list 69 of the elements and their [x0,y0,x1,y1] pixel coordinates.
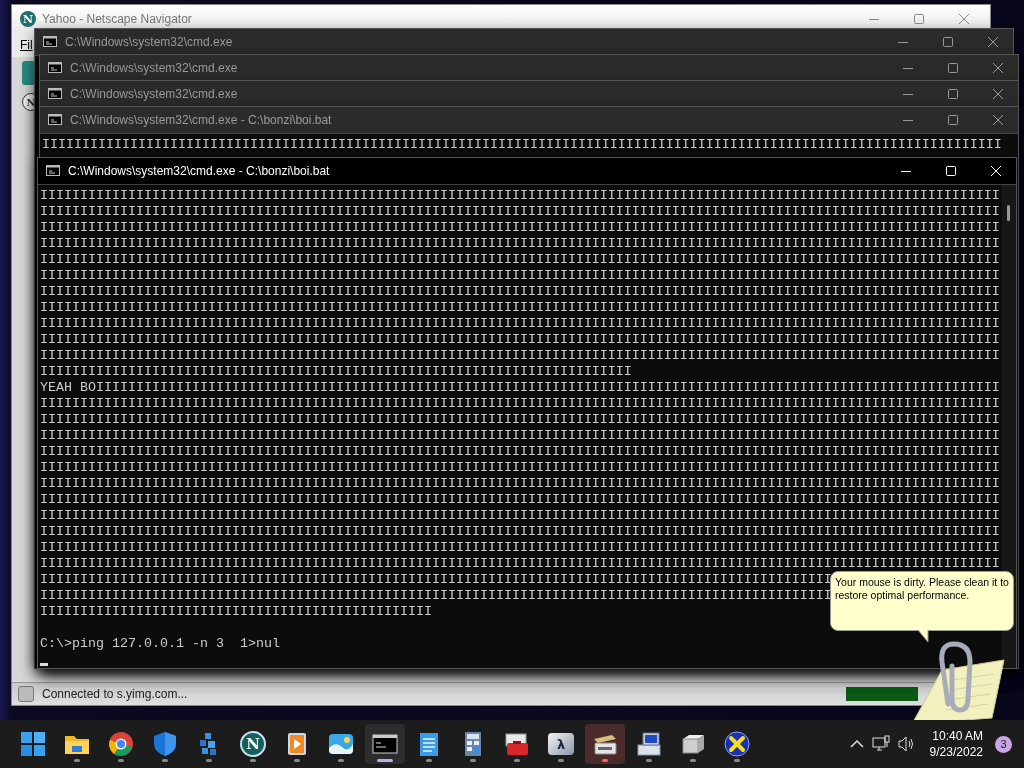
console-line: IIIIIIIIIIIIIIIIIIIIIIIIIIIIIIIIIIIIIIIIIIIIIIIIIIIIIIIIIIIIIIIIIIIIIIIIII [40,364,632,380]
console-line: IIIIIIIIIIIIIIIIIIIIIIIIIIIIIIIIIIIIIIIIIIIIIIIIIIIIIIIIIIIIIIIIIIIIIIIIIIIIIIIIIIIIIIIIIIIIIIIIIIIIIIIIIIIIIIIIIIIIIIII [40,268,1000,284]
console-line: IIIIIIIIIIIIIIIIIIIIIIIIIIIIIIIIIIIIIIIIIIIIIIIIIIIIIIIIIIIIIIIIIIIIIIIIIIIIIIIIIIIIIIIIIIIIIIIIIIIIIIIIIIIIIIIIIIIIIIII [40,444,1000,460]
console-line: IIIIIIIIIIIIIIIIIIIIIIIIIIIIIIIIIIIIIIIIIIIIIIIIIIIIIIIIIIIIIIIIIIIIIIIIIIIIIIIIIIIIIIIIIIIIIIIIIIIIIIIIIIIIIIIIIIIIIIII [40,460,1000,476]
console-line: IIIIIIIIIIIIIIIIIIIIIIIIIIIIIIIIIIIIIIIIIIIIIIIIIIIIIIIIIIIIIIIIIIIIIIIIIIIIIIIIIIIIIIIIIIIIIIIIIIIIIIIIIIIIIIIIIIIIIIII [40,332,1000,348]
volume-icon[interactable] [897,736,916,752]
console-line: IIIIIIIIIIIIIIIIIIIIIIIIIIIIIIIIIIIIIIIIIIIIIIIIIIIIIIIIIIIIIIIIIIIIIIIIIIIIIIIIIIIIIIIIIIIIIIIIIIIIIIIIIIIIIIIIIIIIIIII [40,492,1000,508]
scrollbar[interactable] [1002,185,1016,668]
console-line: IIIIIIIIIIIIIIIIIIIIIIIIIIIIIIIIIIIIIIIIIIIIIIIIIIIIIIIIIIIIIIIIIIIIIIIIIIIIIIIIIIIIIIIIIIIIIIIIIIIIIIIIIIIIIIIIIIIIIIII [40,508,1000,524]
cross-icon [724,731,750,757]
console-line: IIIIIIIIIIIIIIIIIIIIIIIIIIIIIIIIIIIIIIIIIIIIIIIII [40,604,432,620]
shield-icon [152,731,178,757]
console-line: IIIIIIIIIIIIIIIIIIIIIIIIIIIIIIIIIIIIIIIIIIIIIIIIIIIIIIIIIIIIIIIIIIIIIIIIIIIIIIIIIIIIIIIIIIIIIIIIIIIIIIIIIIIIIIIIIIIIIIII [40,284,1000,300]
cube-icon: λ [548,733,574,755]
network-icon[interactable] [871,735,890,753]
netscape-logo-icon: N [20,11,36,27]
clock-date[interactable]: 9/23/2022 [929,744,983,760]
text-cursor [40,663,48,666]
progress-bar [846,687,918,701]
console-line: IIIIIIIIIIIIIIIIIIIIIIIIIIIIIIIIIIIIIIIIIIIIIIIIIIIIIIIIIIIIIIIIIIIIIIIIIIIIIIIIIIIIIIIIIIIIIIIIIIIIIIIIIIIIIIIIIIIIIIII [40,428,1000,444]
taskbar-button[interactable]: N [233,724,273,764]
terminal-icon [43,36,57,47]
console-line: IIIIIIIIIIIIIIIIIIIIIIIIIIIIIIIIIIIIIIIIIIIIIIIIIIIIIIIIIIIIIIIIIIIIIIIIIIIIIIIIIIIIIIIIIIIIIIIIIIIIIIIIIIIIIIIIIIIIIIII [40,348,1000,364]
console-line: IIIIIIIIIIIIIIIIIIIIIIIIIIIIIIIIIIIIIIIIIIIIIIIIIIIIIIIIIIIIIIIIIIIIIIIIIIIIIIIIIIIIIIIIIIIIIIIIIIIIIIIIIIIIIIIIIIIIIIII [40,476,1000,492]
console-line: IIIIIIIIIIIIIIIIIIIIIIIIIIIIIIIIIIIIIIIIIIIIIIIIIIIIIIIIIIIIIIIIIIIIIIIIIIIIIIIIIIIIIIIIIIIIIIIIIIIIIIIIIIIIIIIIIIIIIIII [40,396,1000,412]
console-line: IIIIIIIIIIIIIIIIIIIIIIIIIIIIIIIIIIIIIIIIIIIIIIIIIIIIIIIIIIIIIIIIIIIIIIIIIIIIIIIIIIIIIIIIIIIIIIIIIIIIIIIIIIIIIIIIIIIIIIII [40,412,1000,428]
console-line: IIIIIIIIIIIIIIIIIIIIIIIIIIIIIIIIIIIIIIIIIIIIIIIIIIIIIIIIIIIIIIIIIIIIIIIIIIIIIIIIIIIIIIIIIIIIIIIIIIIIIIIIIIIIIIIIIIIIIIII [40,540,1000,556]
start-icon [20,731,46,757]
computer-icon [636,731,662,757]
browser-icon [108,731,134,757]
console-line: IIIIIIIIIIIIIIIIIIIIIIIIIIIIIIIIIIIIIIIIIIIIIIIIIIIIIIIIIIIIIIIIIIIIIIIIIIIIIIIIIIIIIIIIIIIIIIIIIII [40,572,832,588]
console-line: IIIIIIIIIIIIIIIIIIIIIIIIIIIIIIIIIIIIIIIIIIIIIIIIIIIIIIIIIIIIIIIIIIIIIIIIIIIIIIIIIIIIIIIIIIIIIIIIIII [40,588,832,604]
status-text: Connected to s.yimg.com... [42,687,189,701]
terminal-icon [48,62,62,73]
window-title: C:\Windows\system32\cmd.exe - C:\bonzi\boi.bat [70,113,333,127]
console-line: IIIIIIIIIIIIIIIIIIIIIIIIIIIIIIIIIIIIIIIIIIIIIIIIIIIIIIIIIIIIIIIIIIIIIIIIIIIIIIIIIIIIIIIIIIIIIIIIIIIIIIIIIIIIIIIIIIIIIIII [40,188,1000,204]
console-line: IIIIIIIIIIIIIIIIIIIIIIIIIIIIIIIIIIIIIIIIIIIIIIIIIIIIIIIIIIIIIIIIIIIIIIIIIIIIIIIIIIIIIIIIIIIIIIIIIIIIIIIIIIIIIIIIIIIIIIII [40,300,1000,316]
window-title: C:\Windows\system32\cmd.exe [70,87,239,101]
console-line: IIIIIIIIIIIIIIIIIIIIIIIIIIIIIIIIIIIIIIIIIIIIIIIIIIIIIIIIIIIIIIIIIIIIIIIIIIIIIIIIIIIIIIIIIIIIIIIIIIIIIIIIIIIIIIIIIIIIIIII [40,316,1000,332]
clock-time[interactable]: 10:40 AM [932,728,983,744]
console-line: IIIIIIIIIIIIIIIIIIIIIIIIIIIIIIIIIIIIIIIIIIIIIIIIIIIIIIIIIIIIIIIIIIIIIIIIIIIIIIIIIIIIIIIIIIIIIIIIIIIIIIIIIIIIIIIIIIIIIIII [40,252,1000,268]
terminal-icon [372,731,398,757]
terminal-icon [46,165,60,176]
toolbox-icon [504,731,530,757]
chevron-up-icon[interactable] [849,739,864,749]
window-title: C:\Windows\system32\cmd.exe [70,61,239,75]
taskbar-button[interactable] [585,724,625,764]
taskbar-button[interactable]: λ [541,724,581,764]
lock-icon [18,686,34,702]
window-title: C:\Windows\system32\cmd.exe - C:\bonzi\boi.bat [68,164,331,178]
console-line: IIIIIIIIIIIIIIIIIIIIIIIIIIIIIIIIIIIIIIIIIIIIIIIIIIIIIIIIIIIIIIIIIIIIIIIIIIIIIIIIIIIIIIIIIIIIIIIIIIIIIIIIIIIIIIIIIIIIIIII [40,556,1000,572]
terminal-icon [48,88,62,99]
window-title: Yahoo - Netscape Navigator [42,12,193,26]
console-line: IIIIIIIIIIIIIIIIIIIIIIIIIIIIIIIIIIIIIIIIIIIIIIIIIIIIIIIIIIIIIIIIIIIIIIIIIIIIIIIIIIIIIIIIIIIIIIIIIIIIIIIIIIIIIIIIIIIIIIII [40,524,1000,540]
tooltip-balloon: Your mouse is dirty. Please clean it to restore optimal performance. [830,571,1014,631]
console-line: IIIIIIIIIIIIIIIIIIIIIIIIIIIIIIIIIIIIIIIIIIIIIIIIIIIIIIIIIIIIIIIIIIIIIIIIIIIIIIIIIIIIIIIIIIIIIIIIIIIIIIIIIIIIIIIIIIIIIIII [40,236,1000,252]
console-line: YEAH BOIIIIIIIIIIIIIIIIIIIIIIIIIIIIIIIIIIIIIIIIIIIIIIIIIIIIIIIIIIIIIIIIIIIIIIIIIIIIIIIIIIIIIIIIIIIIIIIIIIIIIIIIIIIIIIIII [40,380,1000,396]
taskbar-button[interactable] [365,724,405,764]
balloon-tail [918,630,930,642]
window-title: C:\Windows\system32\cmd.exe [65,35,234,49]
notification-badge[interactable]: 3 [995,735,1012,753]
menu-item[interactable]: Fil [20,38,33,52]
terminal-icon [48,114,62,125]
command-line: C:\>ping 127.0.0.1 -n 3 1>nul [40,636,280,652]
console-line: IIIIIIIIIIIIIIIIIIIIIIIIIIIIIIIIIIIIIIIIIIIIIIIIIIIIIIIIIIIIIIIIIIIIIIIIIIIIIIIIIIIIIIIIIIIIIIIIIIIIIIIIIIIIIIIIIIIIIIII [40,220,1000,236]
console-line: IIIIIIIIIIIIIIIIIIIIIIIIIIIIIIIIIIIIIIIIIIIIIIIIIIIIIIIIIIIIIIIIIIIIIIIIIIIIIIIIIIIIIIIIIIIIIIIIIIIIIIIIIIIIIIIIIIIIIIII [42,137,1002,153]
console-line: IIIIIIIIIIIIIIIIIIIIIIIIIIIIIIIIIIIIIIIIIIIIIIIIIIIIIIIIIIIIIIIIIIIIIIIIIIIIIIIIIIIIIIIIIIIIIIIIIIIIIIIIIIIIIIIIIIIIIIII [40,204,1000,220]
photo-icon [328,731,354,757]
netscape-logo-icon: N [240,731,266,757]
